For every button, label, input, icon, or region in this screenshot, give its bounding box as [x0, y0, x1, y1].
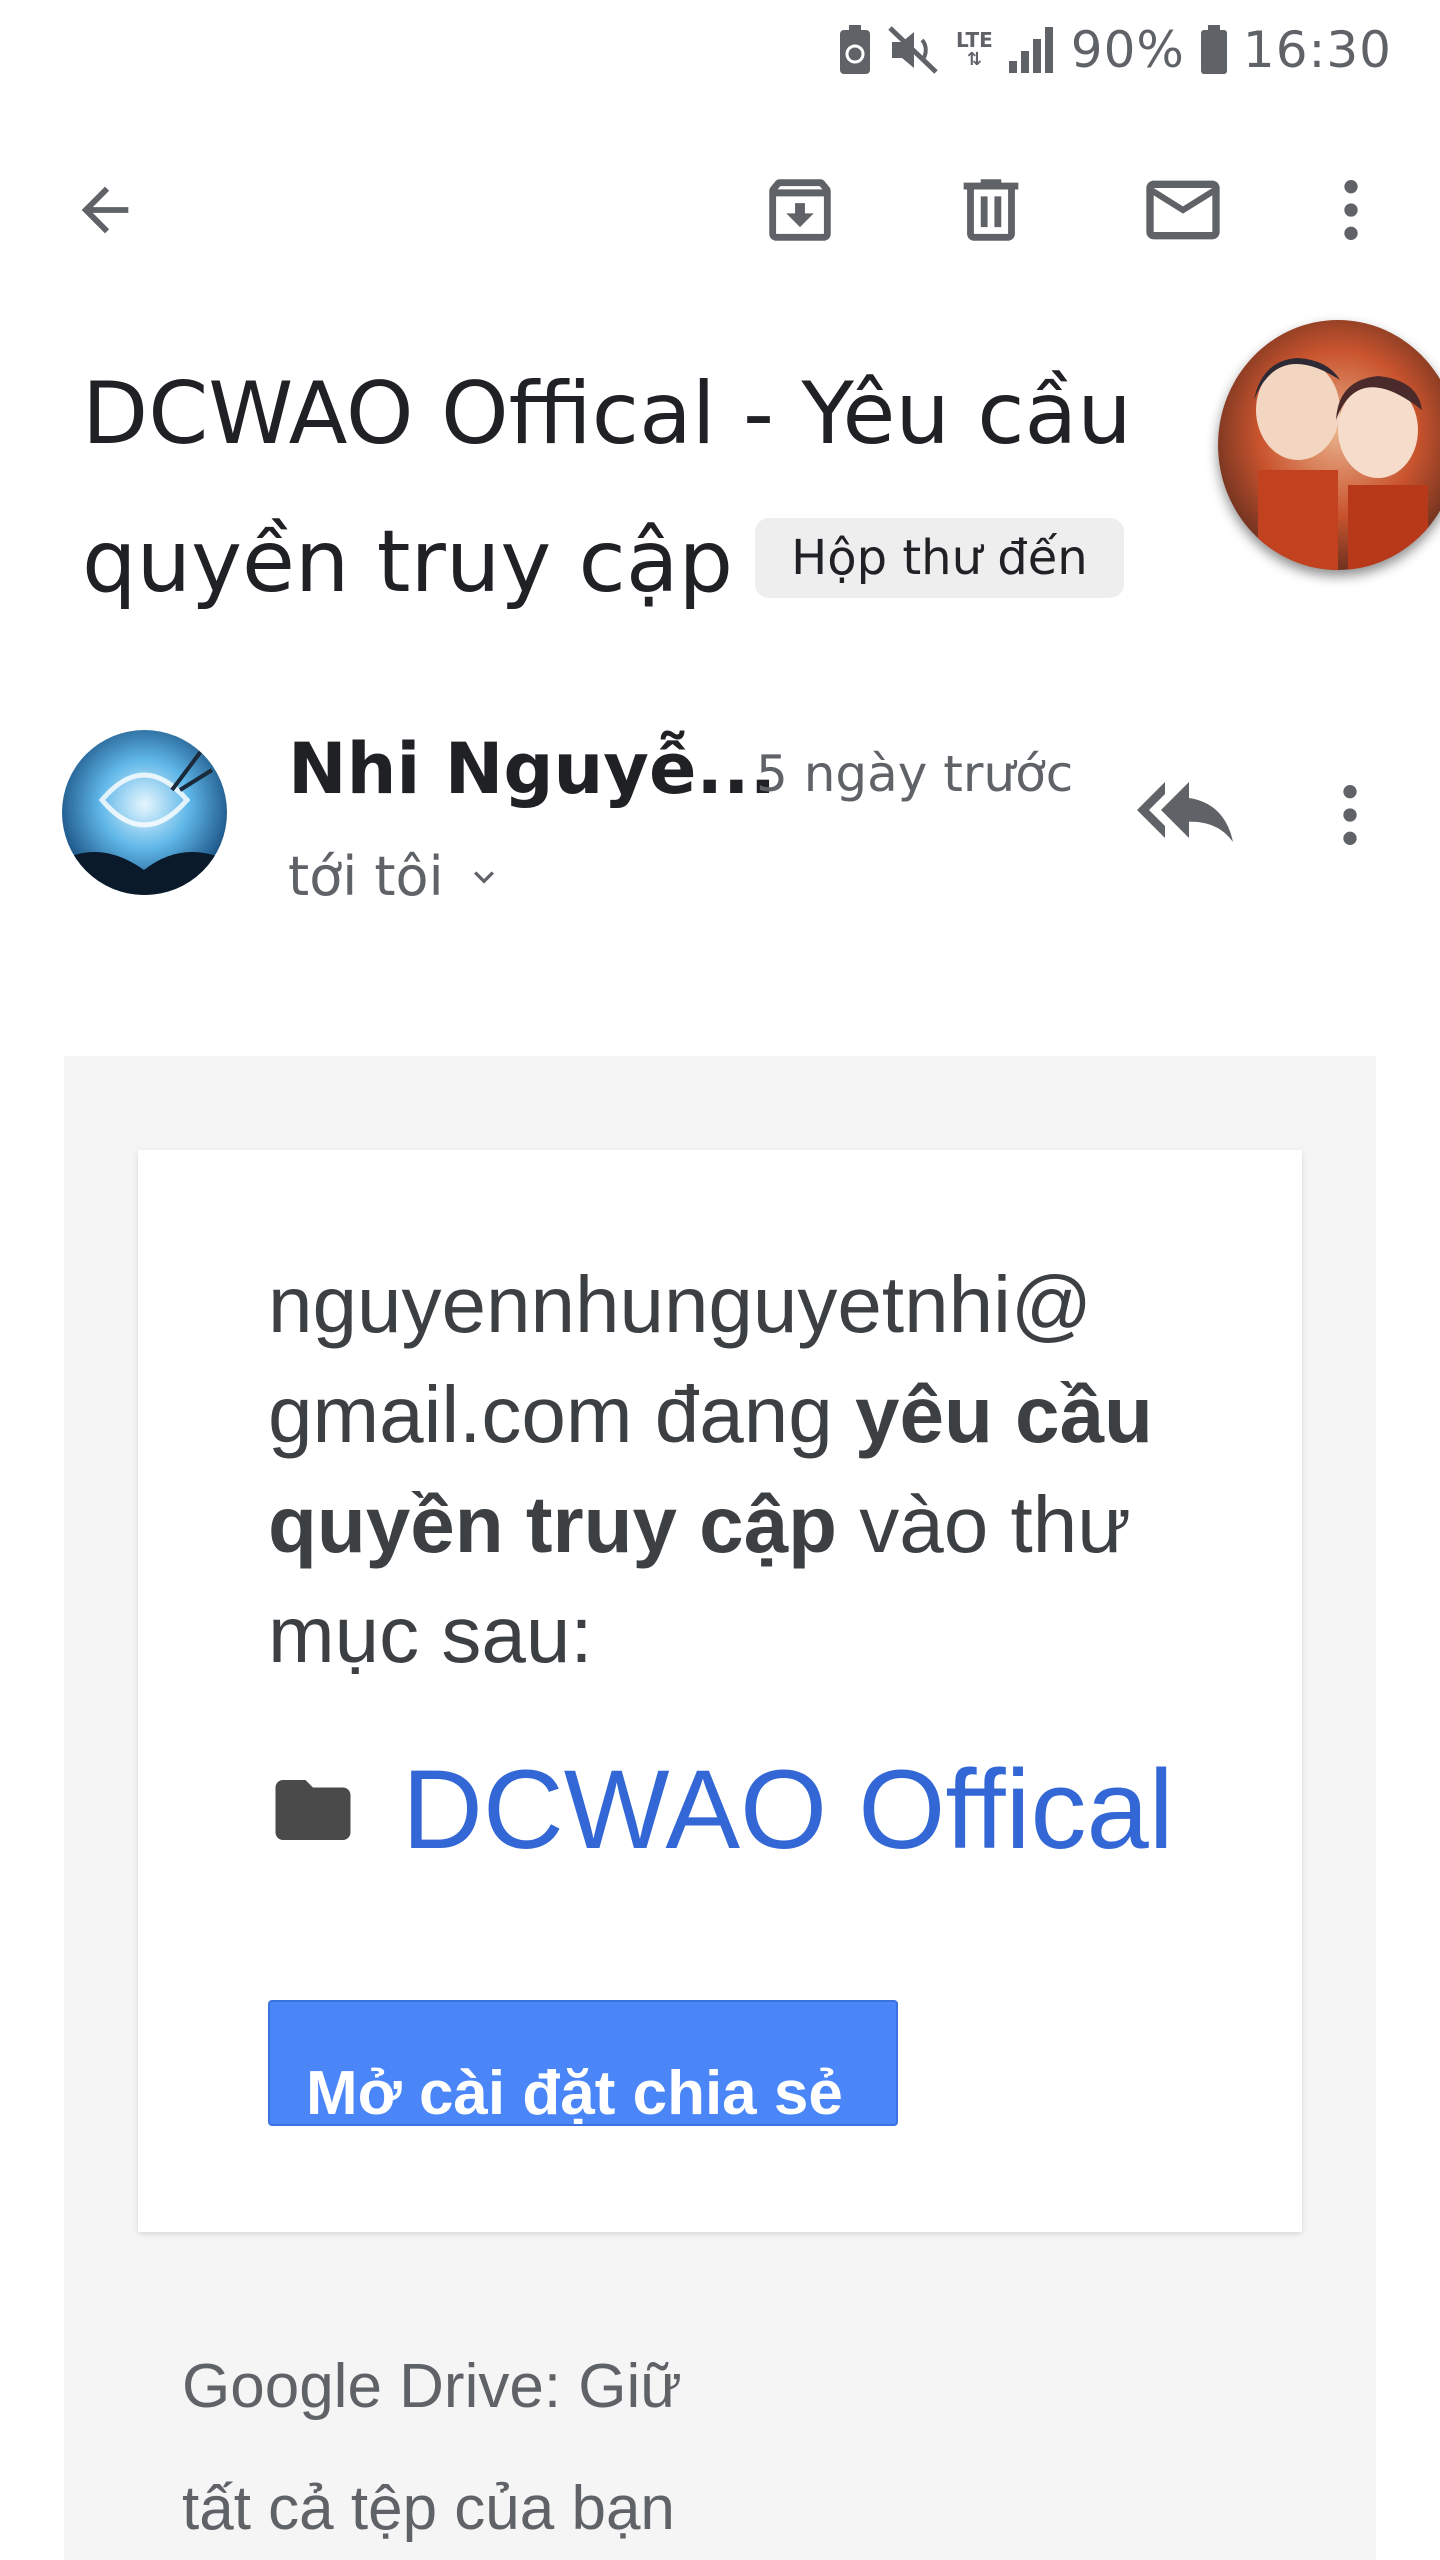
sender-name[interactable]: Nhi Nguyễ... — [288, 728, 776, 810]
app-bar — [0, 150, 1440, 270]
clock: 16:30 — [1242, 21, 1392, 79]
archive-icon — [769, 179, 831, 241]
account-avatar[interactable] — [1218, 320, 1440, 570]
inbox-label-chip[interactable]: Hộp thư đến — [755, 517, 1124, 598]
mute-icon — [886, 24, 942, 76]
promo-line-1: Google Drive: Giữ — [182, 2352, 682, 2421]
chevron-down-icon — [473, 870, 494, 884]
delete-icon — [963, 179, 1019, 241]
drive-promo-text: Google Drive: Giữ tất cả tệp của bạn — [182, 2326, 682, 2560]
more-options-button[interactable] — [1306, 165, 1396, 255]
folder-link[interactable]: DCWAO Offical — [402, 1745, 1174, 1874]
mark-unread-icon — [1146, 180, 1220, 240]
email-subject: DCWAO Offical - Yêu cầu quyền truy cập Hộ… — [82, 340, 1232, 636]
access-request-card: nguyenn​hunguyetnhi@ gmail.com đang yêu … — [138, 1150, 1302, 2232]
back-arrow-icon — [81, 186, 129, 234]
promo-line-2: tất cả tệp của bạn — [182, 2474, 675, 2543]
more-vert-icon — [1344, 180, 1358, 240]
archive-button[interactable] — [755, 165, 845, 255]
open-sharing-settings-button[interactable]: Mở cài đặt chia sẻ — [268, 2000, 898, 2126]
delete-button[interactable] — [946, 165, 1036, 255]
mark-unread-button[interactable] — [1138, 165, 1228, 255]
reply-all-button[interactable] — [1130, 760, 1240, 860]
battery-saver-icon — [838, 24, 872, 76]
battery-percent: 90% — [1070, 21, 1185, 79]
status-bar: LTE ⇅ 90% 16:30 — [0, 0, 1440, 100]
subject-line-2: quyền truy cập — [82, 512, 734, 612]
signal-icon — [1007, 25, 1057, 75]
more-vert-icon — [1343, 785, 1357, 845]
recipient-details-toggle[interactable]: tới tôi — [288, 845, 504, 908]
reply-all-icon — [1137, 782, 1233, 842]
access-request-text: nguyenn​hunguyetnhi@ gmail.com đang yêu … — [268, 1250, 1198, 1690]
sender-avatar[interactable] — [62, 730, 227, 895]
message-more-button[interactable] — [1310, 765, 1390, 865]
email-body: nguyenn​hunguyetnhi@ gmail.com đang yêu … — [64, 1056, 1376, 2560]
back-button[interactable] — [60, 165, 150, 255]
folder-icon — [275, 1779, 351, 1840]
subject-line-1: DCWAO Offical - Yêu cầu — [82, 364, 1132, 464]
lte-icon: LTE ⇅ — [956, 28, 993, 70]
battery-icon — [1199, 24, 1229, 76]
recipient-label: tới tôi — [288, 845, 444, 908]
email-timestamp: 5 ngày trước — [756, 745, 1074, 803]
open-sharing-settings-label: Mở cài đặt chia sẻ — [306, 2059, 843, 2126]
folder-link-row[interactable]: DCWAO Offical — [268, 1745, 1174, 1874]
